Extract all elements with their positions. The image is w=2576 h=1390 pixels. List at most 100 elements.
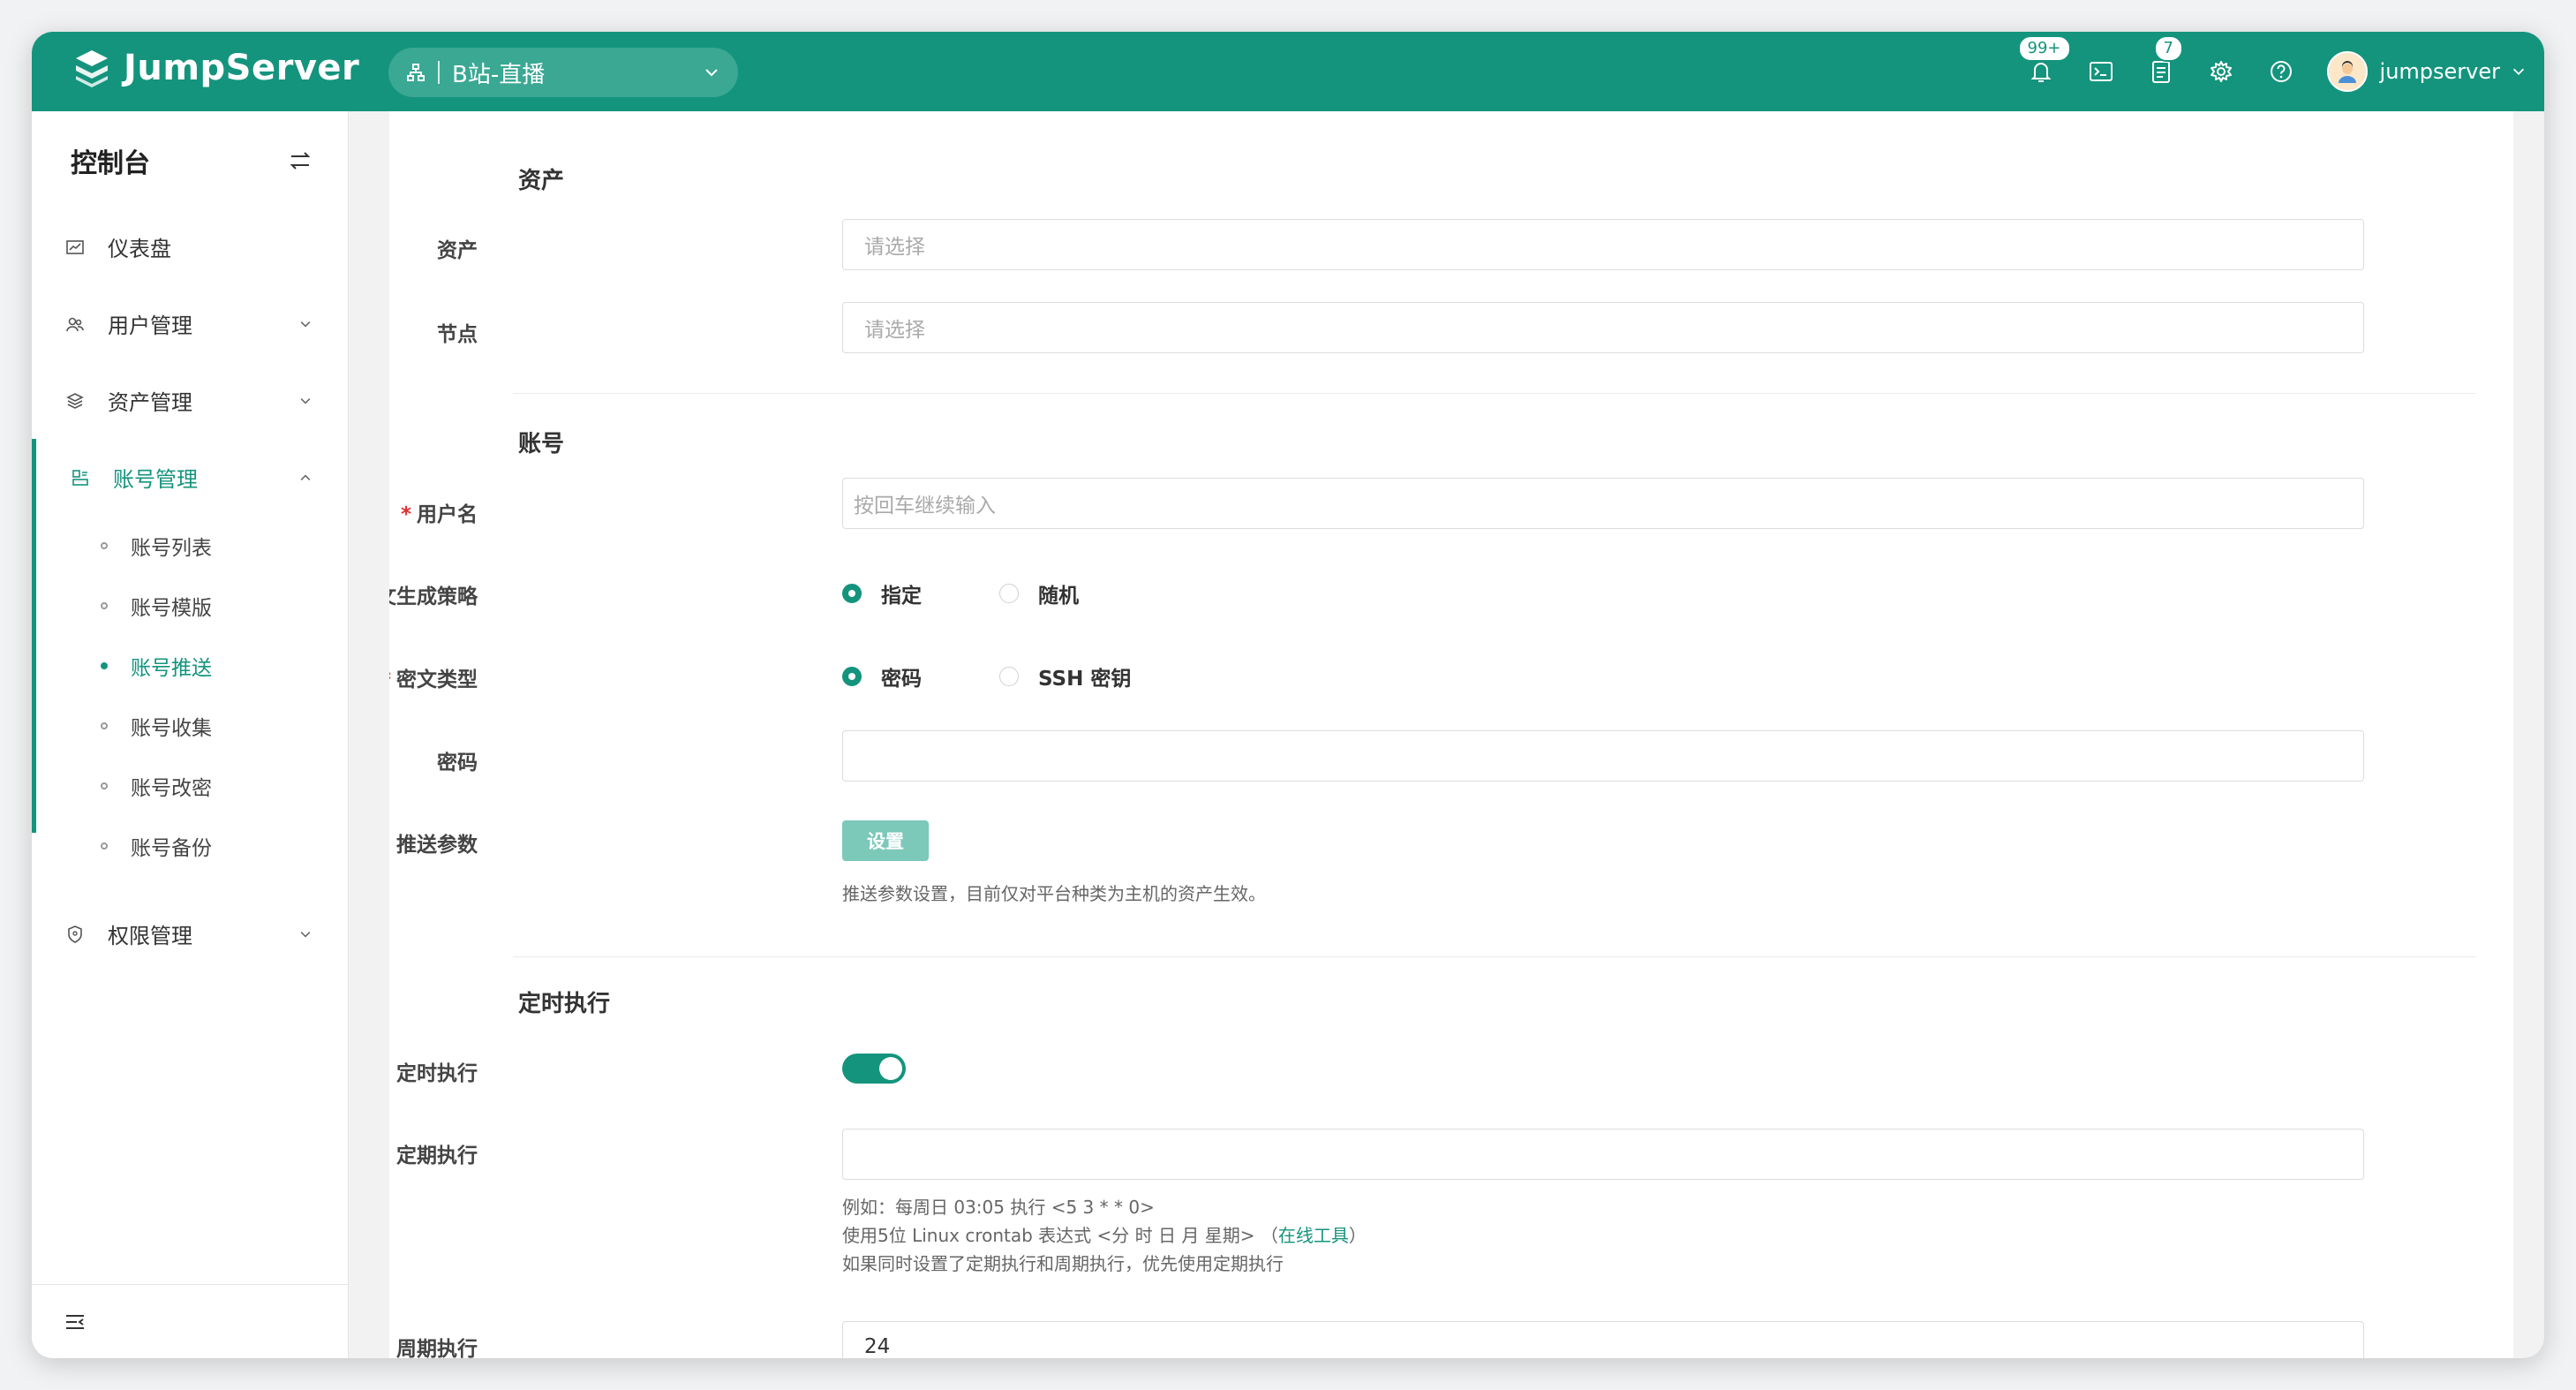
chevron-down-icon bbox=[300, 321, 311, 328]
submenu-item-label: 账号推送 bbox=[131, 657, 212, 680]
submenu-item-label: 账号改密 bbox=[131, 777, 212, 800]
push-params-settings-button[interactable]: 设置 bbox=[842, 820, 929, 861]
node-select[interactable]: 请选择 bbox=[842, 302, 2364, 353]
active-indicator bbox=[32, 439, 36, 833]
user-avatar-icon bbox=[2338, 61, 2356, 83]
password-label: 密码 bbox=[437, 752, 478, 774]
switch-view-icon[interactable] bbox=[288, 148, 313, 173]
type-ssh-key-radio[interactable]: SSH 密钥 bbox=[999, 661, 1131, 691]
help-icon bbox=[2270, 61, 2292, 82]
section-divider bbox=[513, 956, 2476, 957]
top-navbar: JumpServer B站-直播 99+ 7 jumpserver bbox=[32, 32, 2544, 111]
username-placeholder: 按回车继续输入 bbox=[854, 495, 996, 517]
chevron-down-icon bbox=[705, 69, 718, 77]
user-menu[interactable]: jumpserver bbox=[2326, 51, 2527, 92]
radio-label: 密码 bbox=[881, 668, 922, 691]
logo[interactable]: JumpServer bbox=[71, 47, 359, 89]
tasks-badge: 7 bbox=[2153, 35, 2183, 62]
crontab-label: 定期执行 bbox=[396, 1144, 478, 1167]
secret-type-label: *密文类型 bbox=[389, 669, 478, 691]
crontab-help-example: 例如：每周日 03:05 执行 <5 3 * * 0> bbox=[842, 1197, 1155, 1218]
task-list-icon bbox=[2151, 61, 2170, 83]
type-password-radio[interactable]: 密码 bbox=[842, 661, 922, 691]
sidebar-item-label: 仪表盘 bbox=[108, 237, 171, 261]
username-input[interactable]: 按回车继续输入 bbox=[842, 478, 2364, 529]
secret-strategy-label: *密文生成策略 bbox=[389, 585, 478, 608]
submenu-item-account-template[interactable]: 账号模版 bbox=[32, 576, 348, 636]
bullet-icon bbox=[101, 782, 108, 789]
avatar bbox=[2326, 51, 2368, 92]
bullet-icon bbox=[101, 602, 108, 609]
radio-checked-icon bbox=[842, 584, 862, 603]
sidebar-title: 控制台 bbox=[71, 148, 150, 179]
username: jumpserver bbox=[2379, 59, 2500, 84]
radio-label: 随机 bbox=[1038, 585, 1079, 608]
sidebar-item-label: 权限管理 bbox=[108, 924, 192, 948]
sidebar: 控制台 仪表盘 用户管理 资产管理 账号管理 账号列表 账号模版 账号推送 账号… bbox=[32, 111, 349, 1358]
username-label: * 用户名 bbox=[400, 503, 478, 526]
sidebar-item-label: 用户管理 bbox=[108, 314, 192, 338]
app-window: JumpServer B站-直播 99+ 7 jumpserver 控制台 仪表… bbox=[32, 32, 2544, 1358]
node-label: 节点 bbox=[437, 323, 478, 346]
online-tool-link[interactable]: 在线工具 bbox=[1278, 1225, 1349, 1246]
sidebar-item-users[interactable]: 用户管理 bbox=[32, 285, 348, 362]
submenu-item-label: 账号模版 bbox=[131, 597, 212, 620]
crontab-help-syntax: 使用5位 Linux crontab 表达式 <分 时 日 月 星期> （在线工… bbox=[842, 1225, 1367, 1246]
asset-placeholder: 请选择 bbox=[864, 236, 925, 259]
sidebar-item-dashboard[interactable]: 仪表盘 bbox=[32, 208, 348, 285]
chevron-down-icon bbox=[300, 397, 311, 404]
section-divider bbox=[513, 393, 2476, 394]
radio-label: SSH 密钥 bbox=[1038, 668, 1132, 691]
interval-input[interactable]: 24 bbox=[842, 1321, 2364, 1358]
asset-select[interactable]: 请选择 bbox=[842, 219, 2364, 270]
help-button[interactable] bbox=[2251, 32, 2311, 111]
submenu-item-account-gather[interactable]: 账号收集 bbox=[32, 696, 348, 756]
web-terminal-button[interactable] bbox=[2071, 32, 2131, 111]
brand-name: JumpServer bbox=[124, 48, 360, 88]
top-actions: 99+ 7 jumpserver bbox=[2011, 32, 2544, 111]
schedule-toggle-label: 定时执行 bbox=[396, 1062, 478, 1085]
users-icon bbox=[62, 311, 88, 337]
strategy-specify-radio[interactable]: 指定 bbox=[842, 578, 922, 608]
notifications-badge: 99+ bbox=[2017, 35, 2071, 62]
settings-button[interactable] bbox=[2191, 32, 2251, 111]
sidebar-item-accounts[interactable]: 账号管理 bbox=[32, 439, 348, 516]
submenu-item-account-push[interactable]: 账号推送 bbox=[32, 636, 348, 696]
org-separator bbox=[438, 61, 440, 84]
submenu-item-change-secret[interactable]: 账号改密 bbox=[32, 756, 348, 816]
password-input[interactable] bbox=[842, 730, 2364, 782]
sidebar-menu: 仪表盘 用户管理 资产管理 账号管理 账号列表 账号模版 账号推送 账号收集 账… bbox=[32, 208, 348, 972]
chevron-down-icon bbox=[300, 931, 311, 938]
bullet-icon bbox=[101, 842, 108, 850]
gear-icon bbox=[2210, 61, 2232, 82]
sidebar-item-label: 资产管理 bbox=[108, 390, 192, 415]
strategy-random-radio[interactable]: 随机 bbox=[999, 578, 1079, 608]
submenu-item-label: 账号备份 bbox=[131, 837, 212, 860]
notifications-button[interactable]: 99+ bbox=[2011, 32, 2071, 111]
submenu-item-account-list[interactable]: 账号列表 bbox=[32, 516, 348, 576]
crontab-input[interactable] bbox=[842, 1129, 2364, 1180]
sidebar-item-permissions[interactable]: 权限管理 bbox=[32, 895, 348, 972]
crontab-help: 例如：每周日 03:05 执行 <5 3 * * 0> 使用5位 Linux c… bbox=[842, 1193, 1367, 1278]
organization-select[interactable]: B站-直播 bbox=[388, 48, 738, 97]
crontab-help-priority: 如果同时设置了定期执行和周期执行，优先使用定期执行 bbox=[842, 1253, 1284, 1274]
organization-icon bbox=[407, 64, 425, 81]
bullet-icon bbox=[101, 542, 108, 549]
collapse-sidebar-icon[interactable] bbox=[64, 1311, 87, 1333]
assets-icon bbox=[62, 388, 88, 414]
node-placeholder: 请选择 bbox=[864, 319, 925, 342]
bullet-icon bbox=[101, 662, 108, 669]
schedule-toggle[interactable] bbox=[842, 1054, 906, 1084]
tasks-button[interactable]: 7 bbox=[2131, 32, 2191, 111]
sidebar-footer bbox=[32, 1284, 348, 1358]
permissions-icon bbox=[62, 921, 88, 948]
toggle-knob bbox=[879, 1057, 902, 1080]
section-title-asset: 资产 bbox=[518, 168, 565, 194]
push-params-help: 推送参数设置，目前仅对平台种类为主机的资产生效。 bbox=[842, 883, 1266, 904]
sidebar-item-label: 账号管理 bbox=[113, 467, 198, 492]
submenu-item-account-backup[interactable]: 账号备份 bbox=[32, 816, 348, 876]
organization-name: B站-直播 bbox=[452, 61, 546, 88]
interval-label: 周期执行 bbox=[396, 1338, 478, 1358]
radio-unchecked-icon bbox=[999, 667, 1019, 686]
sidebar-item-assets[interactable]: 资产管理 bbox=[32, 362, 348, 439]
